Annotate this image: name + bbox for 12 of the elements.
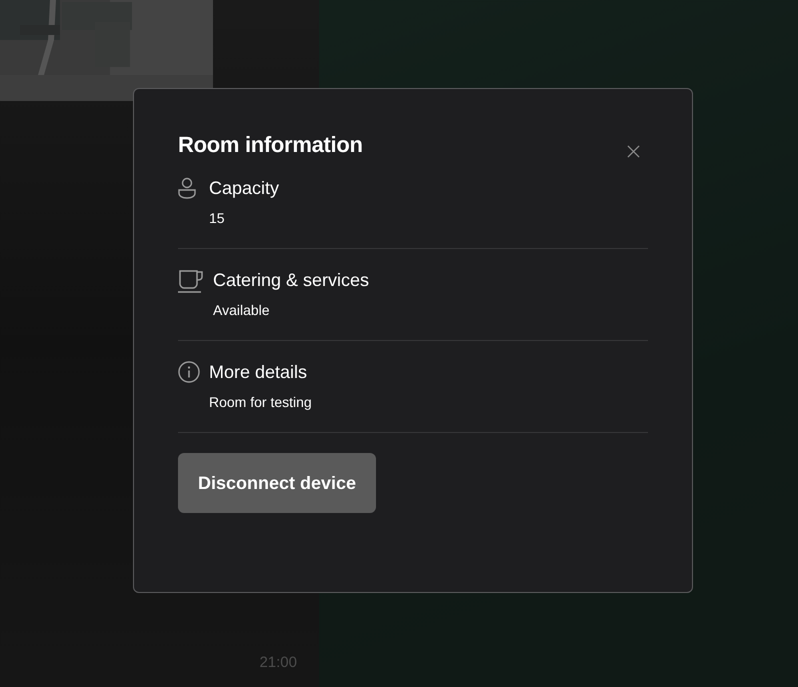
- disconnect-button[interactable]: Disconnect device: [178, 453, 376, 513]
- dialog-title: Room information: [178, 131, 363, 159]
- section-title: Capacity: [209, 177, 280, 199]
- person-icon: [178, 177, 196, 199]
- section-value: 15: [209, 209, 226, 228]
- section-title: Catering & services: [213, 269, 370, 291]
- section-title: More details: [209, 361, 308, 383]
- section-value: Available: [213, 301, 271, 320]
- section-value: Room for testing: [209, 393, 312, 412]
- cup-icon: [178, 269, 204, 293]
- info-icon: [178, 361, 200, 383]
- close-icon[interactable]: [627, 145, 640, 158]
